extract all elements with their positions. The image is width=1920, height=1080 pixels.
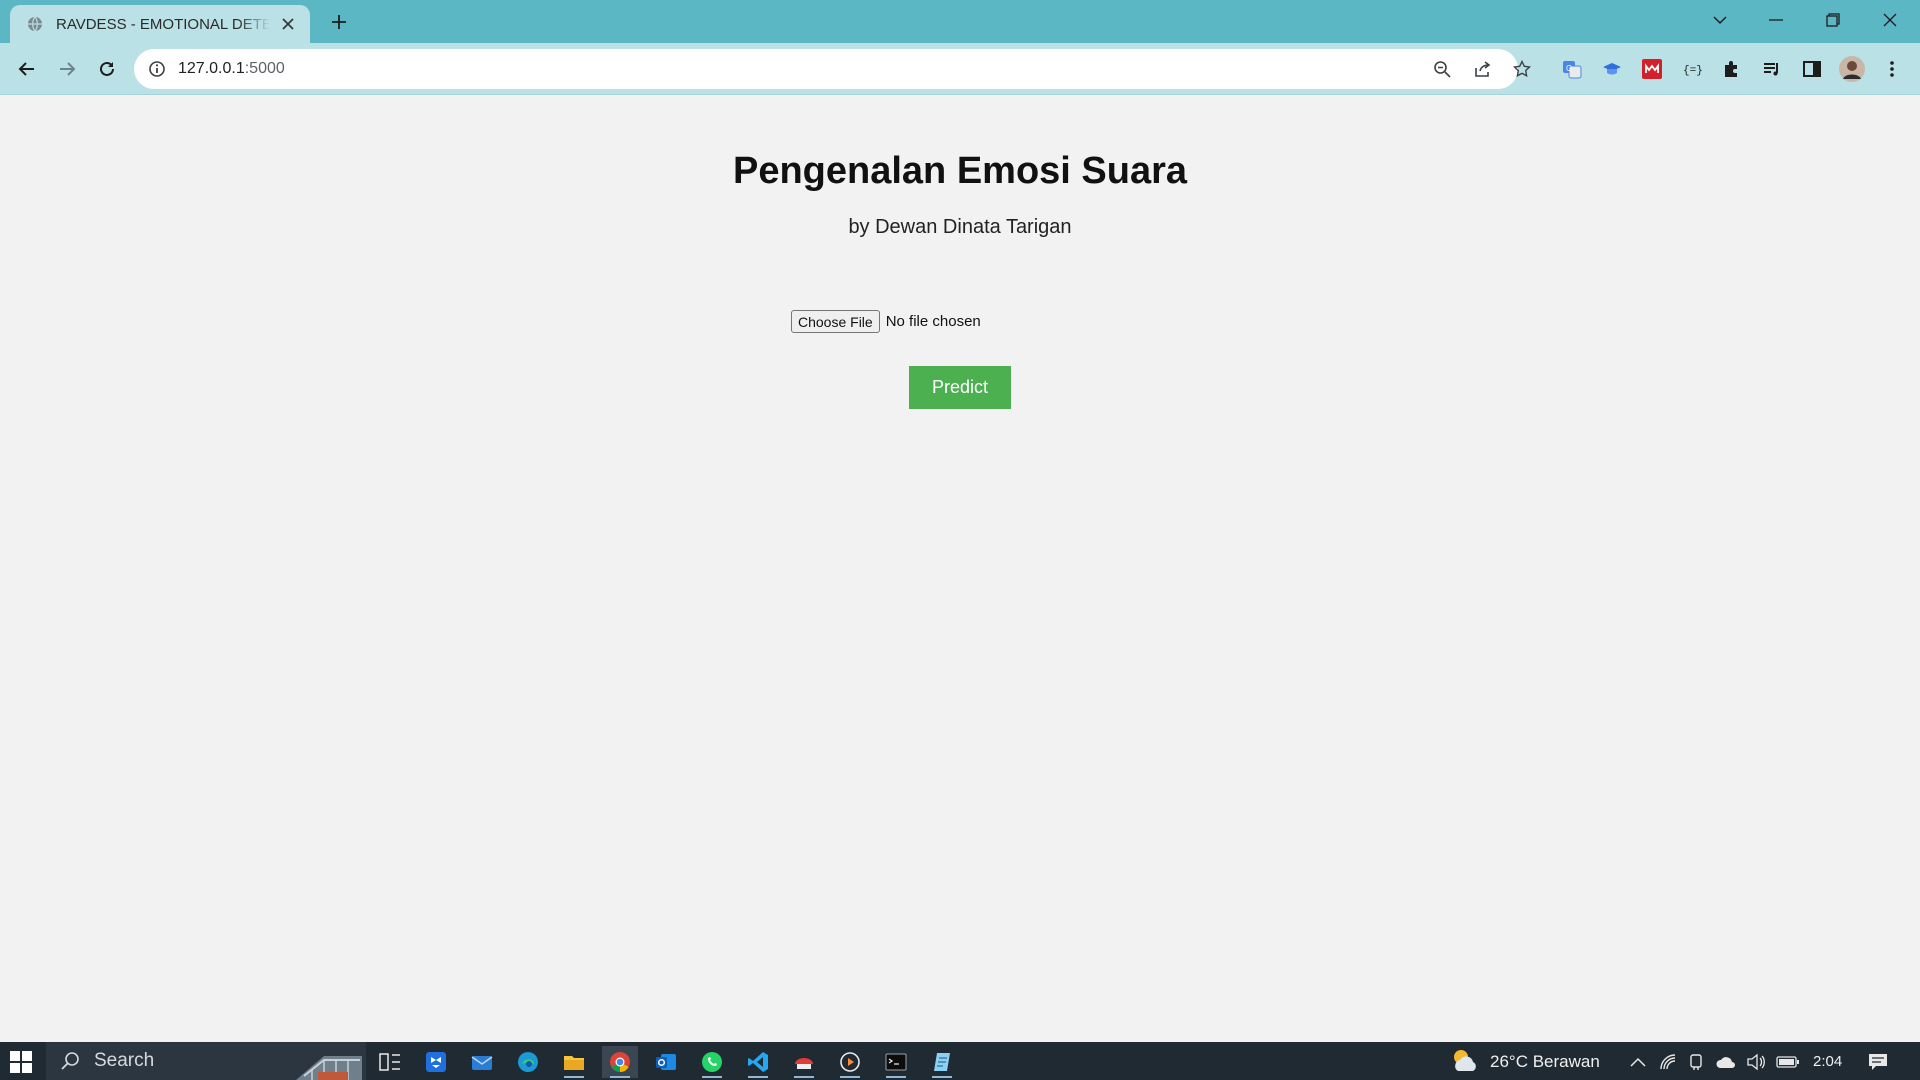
running-indicator <box>748 1076 768 1078</box>
svg-text:G: G <box>1566 64 1572 73</box>
battery-icon[interactable] <box>1776 1052 1800 1072</box>
notepad-icon[interactable] <box>924 1046 960 1078</box>
choose-file-button[interactable]: Choose File <box>791 310 880 333</box>
notification-center-icon[interactable] <box>1868 1052 1888 1072</box>
share-icon[interactable] <box>1471 58 1493 80</box>
running-indicator <box>840 1076 860 1078</box>
media-player-icon[interactable] <box>832 1046 868 1078</box>
taskbar-search-box[interactable]: Search <box>46 1042 366 1080</box>
network-icon[interactable] <box>1658 1052 1678 1072</box>
google-translate-icon[interactable]: G <box>1558 55 1586 83</box>
running-indicator <box>794 1076 814 1078</box>
extensions-puzzle-icon[interactable] <box>1718 55 1746 83</box>
search-label: Search <box>94 1050 155 1071</box>
clock-time[interactable]: 2:04 <box>1813 1053 1842 1070</box>
page-title: Pengenalan Emosi Suara <box>732 150 1188 192</box>
minimize-button[interactable] <box>1748 0 1804 40</box>
chrome-icon[interactable] <box>602 1046 638 1078</box>
terminal-icon[interactable] <box>878 1046 914 1078</box>
forward-button[interactable] <box>53 55 81 83</box>
file-input[interactable]: Choose File No file chosen <box>791 310 981 333</box>
url-port: :5000 <box>244 60 285 77</box>
site-info-icon[interactable] <box>148 60 166 78</box>
mendeley-icon[interactable] <box>1638 55 1666 83</box>
device-icon[interactable] <box>1686 1052 1706 1072</box>
side-panel-icon[interactable] <box>1798 55 1826 83</box>
dropbox-icon[interactable] <box>418 1046 454 1078</box>
profile-avatar[interactable] <box>1838 55 1866 83</box>
task-view-icon[interactable] <box>372 1046 408 1078</box>
taskbar: Search 26°C Berawan 2:04 <box>0 1042 1920 1080</box>
running-indicator <box>886 1076 906 1078</box>
running-indicator <box>702 1076 722 1078</box>
windows-start-icon[interactable] <box>10 1051 32 1073</box>
reload-button[interactable] <box>93 55 121 83</box>
json-formatter-icon[interactable]: {=} <box>1678 55 1706 83</box>
address-bar[interactable]: 127.0.0.1:5000 <box>134 49 1531 89</box>
restore-button[interactable] <box>1805 0 1861 40</box>
running-indicator <box>932 1076 952 1078</box>
new-tab-button[interactable] <box>326 9 352 35</box>
bookmark-star-icon[interactable] <box>1511 58 1533 80</box>
url-text[interactable]: 127.0.0.1:5000 <box>178 60 285 78</box>
file-status-text: No file chosen <box>885 313 981 330</box>
chevron-up-icon[interactable] <box>1628 1052 1648 1072</box>
outlook-icon[interactable] <box>648 1046 684 1078</box>
running-indicator <box>564 1076 584 1078</box>
url-host: 127.0.0.1 <box>178 60 245 77</box>
page-subtitle: by Dewan Dinata Tarigan <box>848 216 1072 238</box>
tab-title: RAVDESS - EMOTIONAL DETECTION <box>56 15 270 33</box>
edge-browser-icon[interactable] <box>510 1046 546 1078</box>
whatsapp-icon[interactable] <box>694 1046 730 1078</box>
zoom-out-icon[interactable] <box>1431 58 1453 80</box>
browser-tab[interactable]: RAVDESS - EMOTIONAL DETECTION <box>10 5 310 43</box>
weather-partly-cloudy-icon[interactable] <box>1450 1046 1480 1076</box>
browser-toolbar: 127.0.0.1:5000 G {=} <box>0 43 1920 95</box>
back-button[interactable] <box>13 55 41 83</box>
mail-icon[interactable] <box>464 1046 500 1078</box>
snipping-tool-icon[interactable] <box>786 1046 822 1078</box>
volume-icon[interactable] <box>1746 1052 1766 1072</box>
media-queue-icon[interactable] <box>1758 55 1786 83</box>
page-content: Pengenalan Emosi Suara by Dewan Dinata T… <box>0 96 1920 1042</box>
svg-text:{=}: {=} <box>1683 65 1702 77</box>
globe-icon <box>26 15 44 33</box>
predict-button[interactable]: Predict <box>909 366 1011 409</box>
close-window-button[interactable] <box>1862 0 1918 40</box>
weather-text[interactable]: 26°C Berawan <box>1490 1052 1600 1072</box>
search-icon <box>60 1051 80 1076</box>
tab-search-chevron-icon[interactable] <box>1692 0 1748 40</box>
vscode-icon[interactable] <box>740 1046 776 1078</box>
running-indicator <box>610 1076 630 1078</box>
browser-titlebar: RAVDESS - EMOTIONAL DETECTION <box>0 0 1920 43</box>
menu-kebab-icon[interactable] <box>1878 55 1906 83</box>
graduation-cap-icon[interactable] <box>1598 55 1626 83</box>
file-explorer-icon[interactable] <box>556 1046 592 1078</box>
onedrive-cloud-icon[interactable] <box>1716 1052 1736 1072</box>
search-highlight-illustration <box>294 1046 364 1080</box>
close-tab-icon[interactable] <box>278 14 298 34</box>
